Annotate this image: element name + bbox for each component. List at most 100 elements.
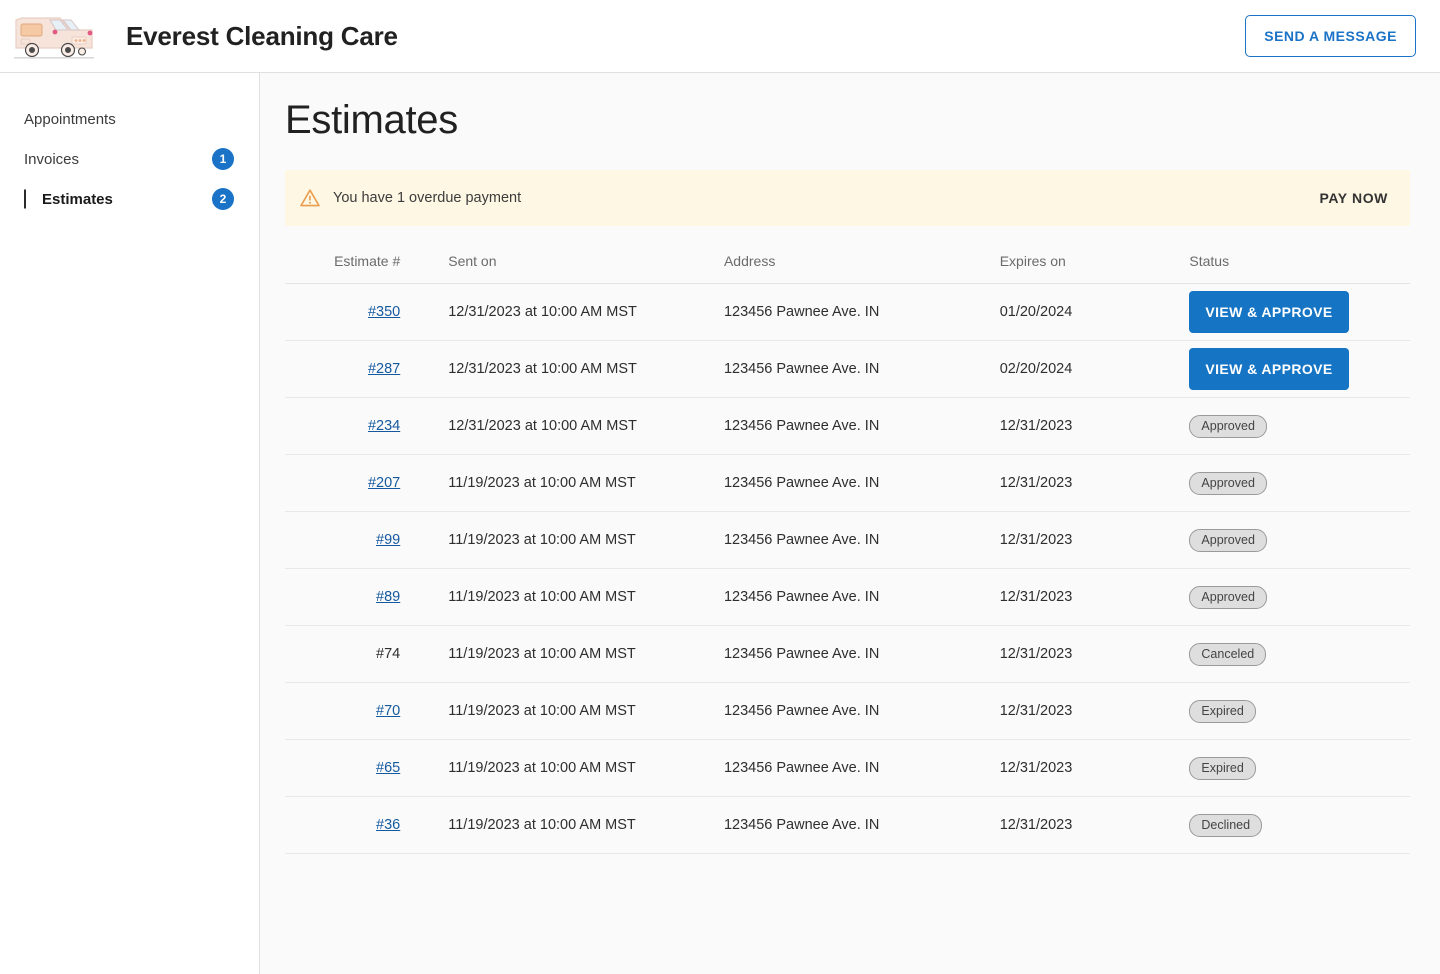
overdue-payment-alert: You have 1 overdue payment PAY NOW xyxy=(285,170,1410,226)
cell-estimate-number: #99 xyxy=(285,511,449,569)
column-header-estimate-number: Estimate # xyxy=(285,241,449,284)
cell-expires-on: 02/20/2024 xyxy=(999,340,1190,398)
estimate-number-link[interactable]: #350 xyxy=(368,304,400,320)
sidebar-badge-invoices: 1 xyxy=(212,148,234,170)
cell-address: 123456 Pawnee Ave. IN xyxy=(723,796,1000,854)
estimate-number-link[interactable]: #70 xyxy=(376,703,400,719)
cell-address: 123456 Pawnee Ave. IN xyxy=(723,283,1000,341)
cell-expires-on: 12/31/2023 xyxy=(999,511,1190,569)
table-row: #74 11/19/2023 at 10:00 AM MST 123456 Pawn… xyxy=(285,625,1410,683)
sidebar-item-label: Invoices xyxy=(24,150,80,168)
sidebar-item-estimates[interactable]: Estimates 2 xyxy=(0,179,259,219)
cell-expires-on: 12/31/2023 xyxy=(999,397,1190,455)
table-row: #350 12/31/2023 at 10:00 AM MST 123456 Paw… xyxy=(285,283,1410,341)
estimates-table-head: Estimate # Sent on Address Expires on St… xyxy=(285,241,1410,284)
cell-status: VIEW & APPROVE xyxy=(1189,283,1410,341)
table-row: #70 11/19/2023 at 10:00 AM MST 123456 Pawn… xyxy=(285,682,1410,740)
cell-sent-on: 12/31/2023 at 10:00 AM MST xyxy=(448,283,724,341)
cell-status: Expired xyxy=(1189,739,1410,797)
cell-address: 123456 Pawnee Ave. IN xyxy=(723,739,1000,797)
estimates-table-body: #350 12/31/2023 at 10:00 AM MST 123456 Paw… xyxy=(285,283,1410,854)
table-row: #234 12/31/2023 at 10:00 AM MST 123456 Paw… xyxy=(285,397,1410,455)
cell-sent-on: 11/19/2023 at 10:00 AM MST xyxy=(448,454,724,512)
table-row: #36 11/19/2023 at 10:00 AM MST 123456 Pawn… xyxy=(285,796,1410,854)
pay-now-button[interactable]: PAY NOW xyxy=(1317,184,1390,212)
cell-estimate-number: #70 xyxy=(285,682,449,740)
cell-sent-on: 11/19/2023 at 10:00 AM MST xyxy=(448,625,724,683)
estimate-number-link[interactable]: #287 xyxy=(368,361,400,377)
sidebar-item-appointments[interactable]: Appointments xyxy=(0,99,259,139)
active-indicator-bar xyxy=(24,189,26,209)
warning-triangle-icon xyxy=(300,189,320,207)
column-header-status: Status xyxy=(1189,241,1410,284)
cleaning-van-icon xyxy=(0,0,110,73)
cell-estimate-number: #74 xyxy=(285,625,449,683)
column-header-sent-on: Sent on xyxy=(448,241,724,284)
app-header: Everest Cleaning Care SEND A MESSAGE xyxy=(0,0,1440,73)
cell-sent-on: 11/19/2023 at 10:00 AM MST xyxy=(448,511,724,569)
estimate-number-link[interactable]: #234 xyxy=(368,418,400,434)
table-row: #287 12/31/2023 at 10:00 AM MST 123456 Paw… xyxy=(285,340,1410,398)
status-badge: Approved xyxy=(1189,528,1267,552)
cell-status: Approved xyxy=(1189,454,1410,512)
cell-sent-on: 12/31/2023 at 10:00 AM MST xyxy=(448,340,724,398)
cell-address: 123456 Pawnee Ave. IN xyxy=(723,625,1000,683)
body-wrapper: Appointments Invoices 1 Estimates 2 Esti… xyxy=(0,73,1440,974)
estimate-number-link[interactable]: #99 xyxy=(376,532,400,548)
cell-estimate-number: #65 xyxy=(285,739,449,797)
cell-expires-on: 12/31/2023 xyxy=(999,454,1190,512)
view-and-approve-button[interactable]: VIEW & APPROVE xyxy=(1189,291,1349,333)
table-row: #99 11/19/2023 at 10:00 AM MST 123456 Pawn… xyxy=(285,511,1410,569)
brand-title: Everest Cleaning Care xyxy=(126,20,398,51)
estimate-number-link[interactable]: #65 xyxy=(376,760,400,776)
cell-address: 123456 Pawnee Ave. IN xyxy=(723,397,1000,455)
status-badge: Expired xyxy=(1189,756,1256,780)
alert-message: You have 1 overdue payment xyxy=(333,190,522,206)
cell-status: Declined xyxy=(1189,796,1410,854)
cell-sent-on: 11/19/2023 at 10:00 AM MST xyxy=(448,796,724,854)
page-title: Estimates xyxy=(285,98,458,142)
estimate-number-text: #74 xyxy=(376,646,401,662)
send-a-message-button[interactable]: SEND A MESSAGE xyxy=(1245,15,1416,57)
sidebar-item-label: Appointments xyxy=(24,110,116,128)
cell-sent-on: 11/19/2023 at 10:00 AM MST xyxy=(448,568,724,626)
estimate-number-link[interactable]: #89 xyxy=(376,589,400,605)
cell-expires-on: 12/31/2023 xyxy=(999,796,1190,854)
estimate-number-link[interactable]: #207 xyxy=(368,475,400,491)
cell-status: Canceled xyxy=(1189,625,1410,683)
status-badge: Approved xyxy=(1189,585,1267,609)
sidebar-badge-estimates: 2 xyxy=(212,188,234,210)
sidebar-item-label: Estimates xyxy=(42,190,113,208)
view-and-approve-button[interactable]: VIEW & APPROVE xyxy=(1189,348,1349,390)
estimate-number-link[interactable]: #36 xyxy=(376,817,400,833)
table-header-row: Estimate # Sent on Address Expires on St… xyxy=(285,241,1410,284)
sidebar-item-invoices[interactable]: Invoices 1 xyxy=(0,139,259,179)
status-badge: Approved xyxy=(1189,414,1267,438)
cell-address: 123456 Pawnee Ave. IN xyxy=(723,568,1000,626)
cell-status: Approved xyxy=(1189,511,1410,569)
cell-estimate-number: #36 xyxy=(285,796,449,854)
table-row: #65 11/19/2023 at 10:00 AM MST 123456 Pawn… xyxy=(285,739,1410,797)
cell-estimate-number: #89 xyxy=(285,568,449,626)
cell-status: Approved xyxy=(1189,397,1410,455)
cell-address: 123456 Pawnee Ave. IN xyxy=(723,682,1000,740)
status-badge: Canceled xyxy=(1189,642,1267,666)
main-content: Estimates You have 1 overdue payment PAY… xyxy=(260,73,1440,974)
cell-estimate-number: #234 xyxy=(285,397,449,455)
cell-status: Approved xyxy=(1189,568,1410,626)
cell-estimate-number: #287 xyxy=(285,340,449,398)
cell-sent-on: 11/19/2023 at 10:00 AM MST xyxy=(448,682,724,740)
sidebar-nav: Appointments Invoices 1 Estimates 2 xyxy=(0,73,260,974)
cell-address: 123456 Pawnee Ave. IN xyxy=(723,454,1000,512)
cell-expires-on: 01/20/2024 xyxy=(999,283,1190,341)
cell-expires-on: 12/31/2023 xyxy=(999,568,1190,626)
column-header-address: Address xyxy=(723,241,1000,284)
cell-estimate-number: #350 xyxy=(285,283,449,341)
cell-expires-on: 12/31/2023 xyxy=(999,739,1190,797)
column-header-expires-on: Expires on xyxy=(999,241,1190,284)
cell-address: 123456 Pawnee Ave. IN xyxy=(723,511,1000,569)
cell-status: Expired xyxy=(1189,682,1410,740)
cell-sent-on: 12/31/2023 at 10:00 AM MST xyxy=(448,397,724,455)
cell-expires-on: 12/31/2023 xyxy=(999,682,1190,740)
cell-address: 123456 Pawnee Ave. IN xyxy=(723,340,1000,398)
